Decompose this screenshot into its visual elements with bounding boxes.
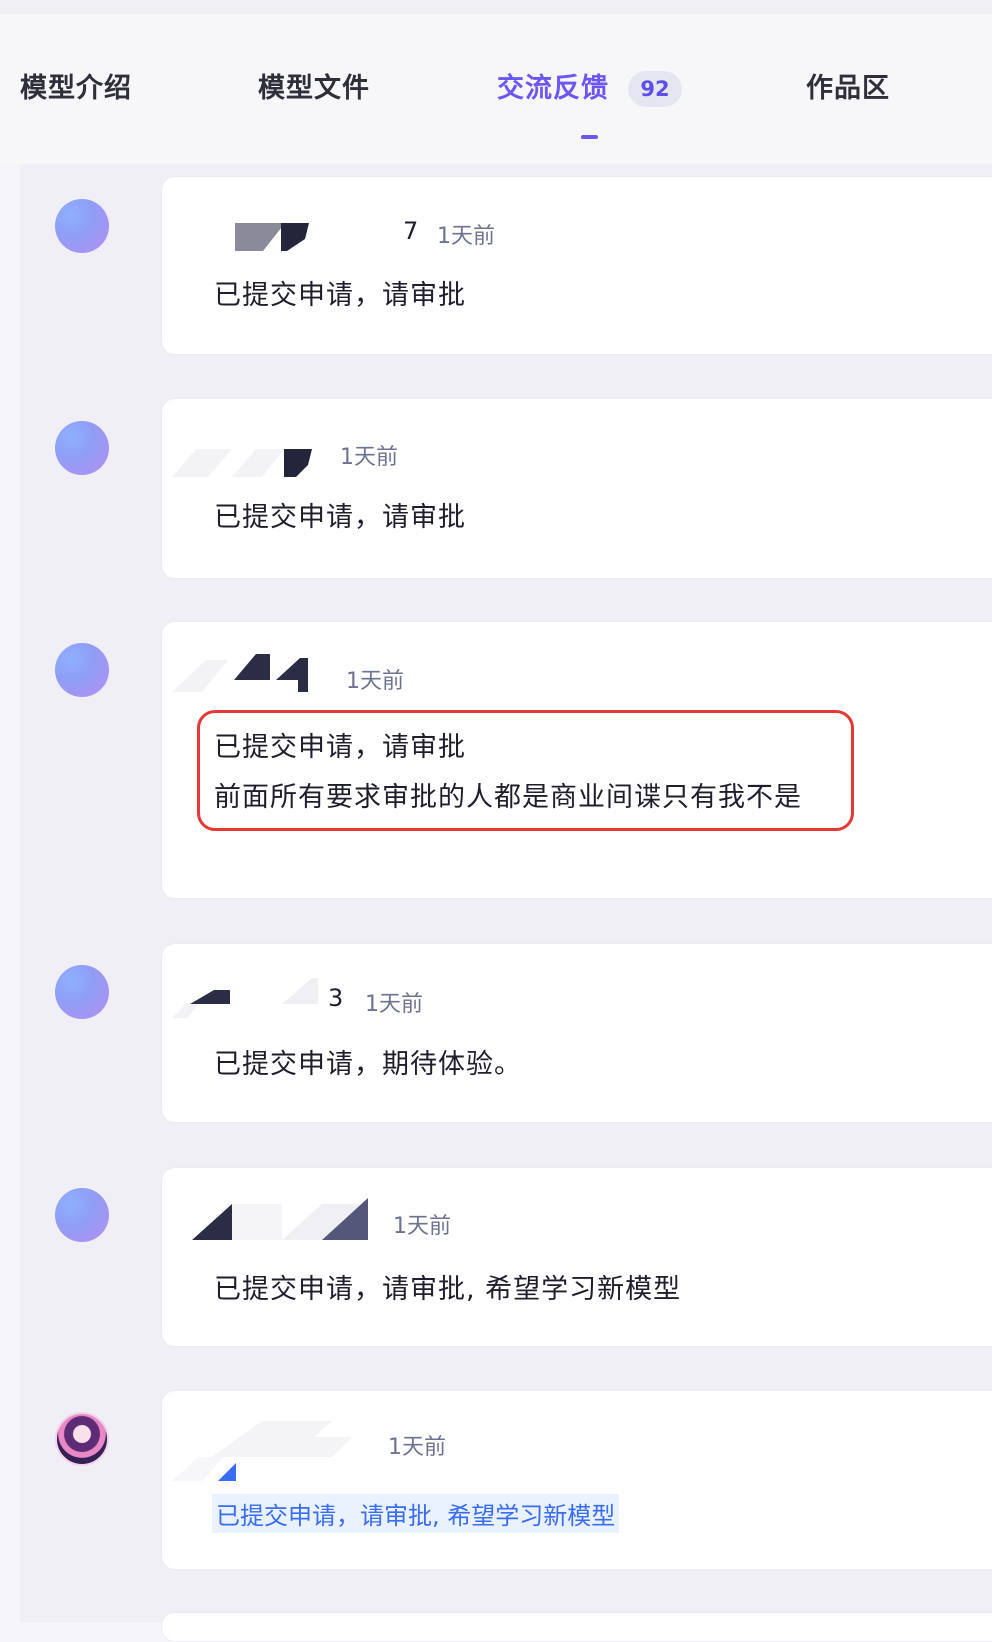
comment-card: 1天前 已提交申请，请审批, 希望学习新模型 bbox=[161, 1167, 992, 1347]
tab-model-intro[interactable]: 模型介绍 bbox=[20, 66, 132, 105]
masked-username[interactable] bbox=[172, 1417, 372, 1481]
comment-text: 已提交申请，请审批 bbox=[214, 732, 466, 763]
redacted-name-shapes bbox=[172, 654, 308, 692]
tab-feedback[interactable]: 交流反馈 bbox=[497, 66, 609, 105]
avatar[interactable] bbox=[55, 965, 109, 1019]
tab-model-files[interactable]: 模型文件 bbox=[258, 66, 370, 105]
comment-card: 1天前 已提交申请，请审批, 希望学习新模型 bbox=[161, 1390, 992, 1570]
comment-time: 1天前 bbox=[340, 445, 398, 470]
comment-text: 已提交申请，请审批 bbox=[214, 502, 466, 533]
masked-username[interactable] bbox=[172, 974, 322, 1018]
masked-username[interactable] bbox=[192, 1192, 372, 1240]
comment-time: 1天前 bbox=[346, 669, 404, 694]
comment-card-partial bbox=[161, 1612, 992, 1642]
masked-username[interactable] bbox=[172, 650, 322, 692]
comment-time: 1天前 bbox=[365, 992, 423, 1017]
redacted-name-shapes bbox=[172, 1421, 352, 1481]
comment-time: 1天前 bbox=[393, 1214, 451, 1239]
top-bar bbox=[0, 0, 992, 14]
comment-text: 已提交申请，请审批 bbox=[214, 280, 466, 311]
avatar[interactable] bbox=[55, 1188, 109, 1242]
comment-card: 3 1天前 已提交申请，期待体验。 bbox=[161, 943, 992, 1123]
feedback-count-badge: 92 bbox=[628, 71, 682, 107]
avatar[interactable] bbox=[55, 421, 109, 475]
comment-card: 1天前 已提交申请，请审批 bbox=[161, 398, 992, 579]
username-suffix[interactable]: 7 bbox=[403, 217, 418, 245]
tab-works[interactable]: 作品区 bbox=[806, 66, 890, 105]
redacted-name-shapes bbox=[192, 1198, 368, 1240]
redacted-name-shapes bbox=[172, 449, 312, 477]
redacted-name-shapes bbox=[172, 978, 318, 1018]
comment-card: 1天前 已提交申请，请审批 前面所有要求审批的人都是商业间谍只有我不是 bbox=[161, 621, 992, 899]
comment-card: 7 1天前 已提交申请，请审批 bbox=[161, 176, 992, 355]
comment-text: 已提交申请，期待体验。 bbox=[214, 1049, 522, 1080]
masked-username[interactable] bbox=[235, 217, 325, 251]
avatar[interactable] bbox=[55, 199, 109, 253]
comment-link-text[interactable]: 已提交申请，请审批, 希望学习新模型 bbox=[212, 1494, 620, 1533]
username-suffix[interactable]: 3 bbox=[328, 984, 343, 1012]
masked-username[interactable] bbox=[172, 437, 322, 477]
redacted-name-shapes bbox=[235, 223, 309, 251]
active-tab-indicator bbox=[581, 135, 598, 139]
avatar[interactable] bbox=[55, 643, 109, 697]
comment-time: 1天前 bbox=[388, 1435, 446, 1460]
comment-time: 1天前 bbox=[437, 224, 495, 249]
comment-text-line-2: 前面所有要求审批的人都是商业间谍只有我不是 bbox=[214, 782, 802, 813]
avatar[interactable] bbox=[55, 1412, 109, 1466]
tab-bar: 模型介绍 模型文件 交流反馈 92 作品区 bbox=[0, 14, 992, 164]
comment-text: 已提交申请，请审批, 希望学习新模型 bbox=[214, 1274, 682, 1305]
